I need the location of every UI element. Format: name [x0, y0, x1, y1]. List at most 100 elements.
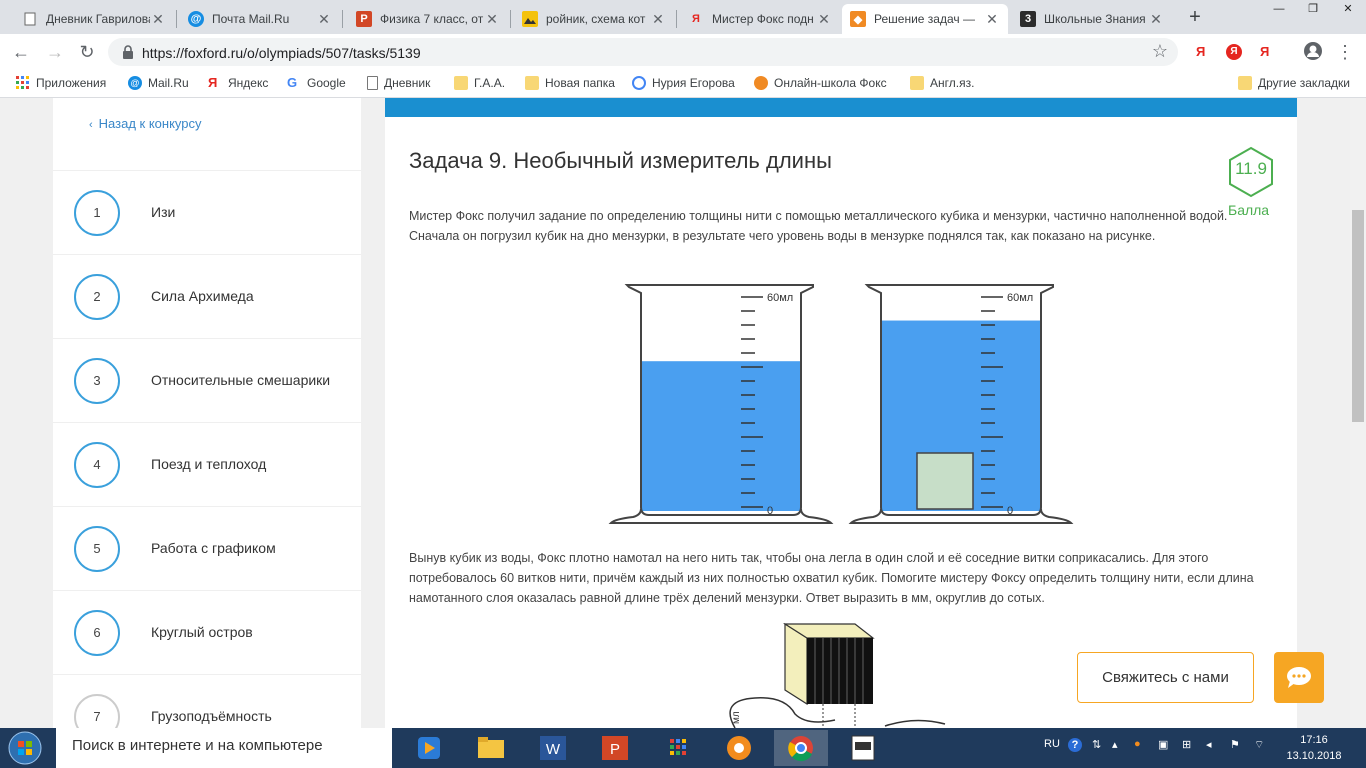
- back-button[interactable]: ←: [10, 41, 32, 63]
- task-heading: Задача 9. Необычный измеритель длины: [409, 148, 832, 173]
- sidebar-task-2[interactable]: 2 Сила Архимеда: [53, 254, 361, 338]
- forward-button[interactable]: →: [44, 41, 66, 63]
- sidebar-task-6[interactable]: 6 Круглый остров: [53, 590, 361, 674]
- bookmark-folder-gaa[interactable]: Г.А.А.: [454, 76, 505, 90]
- restore-button[interactable]: ❐: [1296, 0, 1330, 20]
- close-icon[interactable]: ✕: [1148, 11, 1164, 28]
- close-icon[interactable]: ✕: [484, 11, 500, 28]
- bookmark-dnevnik[interactable]: Дневник: [367, 76, 430, 90]
- wifi-icon[interactable]: ⌔: [1254, 738, 1264, 752]
- tab-znanija[interactable]: 3 Школьные Знания ✕: [1012, 4, 1172, 34]
- page-scrollbar[interactable]: [1350, 98, 1366, 728]
- profile-icon[interactable]: [1302, 41, 1324, 63]
- tab-mailru[interactable]: @ Почта Mail.Ru ✕: [180, 4, 340, 34]
- browser-toolbar: ← → ↻ https://foxford.ru/o/olympiads/507…: [0, 34, 1366, 70]
- task-title: Круглый остров: [151, 624, 253, 640]
- tab-separator: [676, 10, 677, 28]
- tray-network-icon[interactable]: ⇅: [1092, 738, 1101, 751]
- bookmark-google[interactable]: G Google: [287, 76, 346, 91]
- tab-title: Дневник Гаврилова: [46, 12, 150, 26]
- bookmark-folder-english[interactable]: Англ.яз.: [910, 76, 974, 90]
- tray-chevron-up-icon[interactable]: ▴: [1112, 738, 1118, 751]
- tab-strip: Дневник Гаврилова ✕ @ Почта Mail.Ru ✕ P …: [0, 0, 1366, 34]
- metal-cube: [916, 452, 974, 510]
- file-explorer-app[interactable]: [464, 730, 518, 766]
- task-number-badge: 3: [74, 358, 120, 404]
- bookmark-nuriya[interactable]: Нурия Егорова: [632, 76, 735, 90]
- bookmark-label: Mail.Ru: [148, 76, 189, 90]
- tab-image[interactable]: ройник, схема кот ✕: [514, 4, 674, 34]
- lock-icon: [120, 44, 136, 60]
- volume-icon[interactable]: ◂: [1206, 738, 1212, 751]
- tab-foxford-active[interactable]: ◆ Решение задач — ✕: [842, 4, 1008, 34]
- powerpoint-app[interactable]: P: [588, 730, 642, 766]
- chat-button[interactable]: [1274, 652, 1324, 703]
- back-to-contest-link[interactable]: ‹ Назад к конкурсу: [89, 116, 202, 131]
- foxford-icon: [754, 76, 768, 90]
- close-icon[interactable]: ✕: [316, 11, 332, 28]
- task-title: Сила Архимеда: [151, 288, 254, 304]
- help-icon[interactable]: ?: [1068, 738, 1082, 752]
- tray-app-icon[interactable]: ●: [1134, 738, 1141, 750]
- bookmark-folder-new[interactable]: Новая папка: [525, 76, 615, 90]
- sidebar-task-5[interactable]: 5 Работа с графиком: [53, 506, 361, 590]
- bookmark-apps[interactable]: Приложения: [16, 76, 106, 90]
- address-bar[interactable]: https://foxford.ru/o/olympiads/507/tasks…: [108, 38, 1178, 66]
- tab-yandex[interactable]: Я Мистер Фокс подн ✕: [680, 4, 840, 34]
- task-title: Относительные смешарики: [151, 372, 331, 388]
- bookmark-other[interactable]: Другие закладки: [1238, 76, 1350, 90]
- settings-wheel-app[interactable]: [712, 730, 766, 766]
- task-number-badge: 5: [74, 526, 120, 572]
- apps-grid-app[interactable]: [650, 730, 704, 766]
- menu-icon[interactable]: ⋮: [1334, 41, 1356, 63]
- tray-device-icon[interactable]: ▣: [1158, 738, 1168, 751]
- taskbar-search-input[interactable]: Поиск в интернете и на компьютере: [56, 728, 392, 768]
- score-value: 11.9: [1235, 159, 1267, 178]
- scale-top-label: 60мл: [1007, 292, 1033, 304]
- close-window-button[interactable]: ✕: [1330, 0, 1366, 20]
- language-indicator[interactable]: RU: [1044, 738, 1060, 750]
- tab-dnevnik[interactable]: Дневник Гаврилова ✕: [14, 4, 174, 34]
- task-number-badge: 1: [74, 190, 120, 236]
- foxford-icon: ◆: [850, 11, 866, 27]
- yandex-badge-icon[interactable]: Я: [1226, 44, 1242, 60]
- tab-title: Мистер Фокс подн: [712, 12, 814, 26]
- tab-physics[interactable]: P Физика 7 класс, от ✕: [348, 4, 508, 34]
- reload-button[interactable]: ↻: [76, 41, 98, 63]
- close-icon[interactable]: ✕: [816, 11, 832, 28]
- spool-unit-label: мл: [731, 711, 742, 724]
- bookmark-yandex[interactable]: Я Яндекс: [208, 76, 268, 91]
- chrome-app[interactable]: [774, 730, 828, 766]
- sidebar-task-3[interactable]: 3 Относительные смешарики: [53, 338, 361, 422]
- contact-us-button[interactable]: Свяжитесь с нами: [1077, 652, 1254, 703]
- close-icon[interactable]: ✕: [150, 11, 166, 28]
- new-tab-button[interactable]: +: [1182, 6, 1208, 28]
- bookmark-mailru[interactable]: @ Mail.Ru: [128, 76, 189, 90]
- scrollbar-thumb[interactable]: [1352, 210, 1364, 422]
- tab-title: ройник, схема кот: [546, 12, 646, 26]
- tray-windows-icon[interactable]: ⊞: [1182, 738, 1191, 751]
- yandex-extension-icon[interactable]: Я: [1260, 44, 1269, 59]
- beakers-figure: 60мл 0 60мл 0: [608, 284, 1074, 524]
- back-link-label: Назад к конкурсу: [98, 116, 202, 131]
- tab-separator: [342, 10, 343, 28]
- close-icon[interactable]: ✕: [650, 11, 666, 28]
- sidebar-task-1[interactable]: 1 Изи: [53, 170, 361, 254]
- sidebar-task-4[interactable]: 4 Поезд и теплоход: [53, 422, 361, 506]
- flag-icon[interactable]: ⚑: [1230, 738, 1240, 751]
- start-button[interactable]: [6, 730, 44, 766]
- bookmark-star-icon[interactable]: ☆: [1152, 41, 1168, 62]
- mailru-icon: @: [188, 11, 204, 27]
- media-player-app[interactable]: [402, 730, 456, 766]
- yandex-extension-icon[interactable]: Я: [1196, 44, 1205, 59]
- windows-taskbar: Поиск в интернете и на компьютере W P RU…: [0, 728, 1366, 768]
- notepad-app[interactable]: [836, 730, 890, 766]
- minimize-button[interactable]: —: [1262, 0, 1296, 20]
- close-icon[interactable]: ✕: [984, 11, 1000, 28]
- chevron-left-icon: ‹: [89, 119, 93, 131]
- bookmark-foxford[interactable]: Онлайн-школа Фокс: [754, 76, 887, 90]
- system-clock[interactable]: 17:16 13.10.2018: [1283, 732, 1345, 764]
- word-app[interactable]: W: [526, 730, 580, 766]
- task-number-badge: 7: [74, 694, 120, 728]
- sidebar-task-7[interactable]: 7 Грузоподъёмность: [53, 674, 361, 728]
